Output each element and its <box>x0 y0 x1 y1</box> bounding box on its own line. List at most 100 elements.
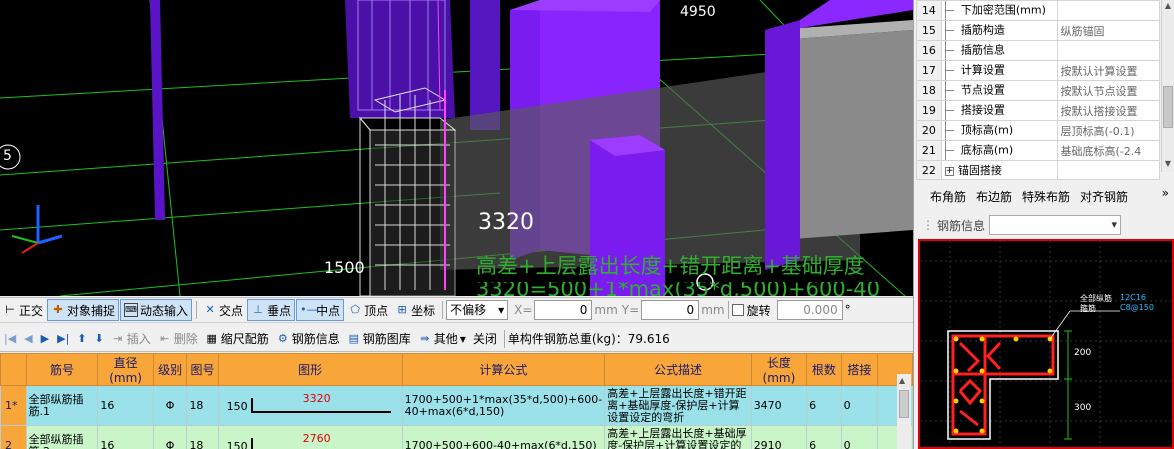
property-value[interactable]: 按默认计算设置 <box>1056 60 1161 81</box>
cell-length[interactable]: 2910 <box>750 425 808 449</box>
cell-count[interactable]: 6 <box>806 385 842 426</box>
object-snap-button[interactable]: ✚ 对象捕捉 <box>47 299 120 321</box>
coordinate-snap-button[interactable]: ⊞ 坐标 <box>392 299 438 321</box>
property-row[interactable]: 19 搭接设置 按默认搭接设置 <box>916 100 1161 121</box>
property-name[interactable]: 下加密范围(mm) <box>940 0 1058 21</box>
cell-grade[interactable]: Φ <box>152 385 188 426</box>
col-header-bar-no[interactable]: 筋号 <box>25 353 99 386</box>
property-value[interactable]: 基础底标高(-2.4 <box>1056 140 1161 161</box>
property-value[interactable]: 层顶标高(-0.1) <box>1056 120 1161 141</box>
table-row[interactable]: 1* 全部纵筋插筋.1 16 Φ 18 150 3320 1700+500+1*… <box>0 385 913 426</box>
property-row[interactable]: 17 计算设置 按默认计算设置 <box>916 60 1161 81</box>
intersect-snap-button[interactable]: ✕ 交点 <box>200 299 246 321</box>
grid-scroll-up-icon[interactable]: ▲ <box>899 376 905 385</box>
tab-edge-rebar[interactable]: 布边筋 <box>976 188 1012 205</box>
col-header-desc[interactable]: 公式描述 <box>604 353 752 386</box>
prev-record-icon[interactable]: ◀ <box>24 332 32 345</box>
property-row[interactable]: 20 顶标高(m) 层顶标高(-0.1) <box>916 120 1161 141</box>
cell-shape[interactable]: 150 2760 <box>217 425 403 449</box>
row-number[interactable]: 2 <box>0 425 27 449</box>
property-row[interactable]: 16 插筋信息 <box>916 40 1161 61</box>
vertex-snap-button[interactable]: ⬠ 顶点 <box>345 299 391 321</box>
property-name[interactable]: 底标高(m) <box>940 140 1058 161</box>
scroll-thumb[interactable] <box>1163 86 1173 128</box>
property-name[interactable]: 计算设置 <box>940 60 1058 81</box>
x-coordinate-input[interactable]: 0 <box>534 300 593 320</box>
midpoint-snap-button[interactable]: •— 中点 <box>296 299 345 321</box>
property-value[interactable]: 纵筋锚固 <box>1056 20 1161 41</box>
col-header-count[interactable]: 根数 <box>806 353 842 386</box>
cell-count[interactable]: 6 <box>806 425 842 449</box>
cell-grade[interactable]: Φ <box>152 425 188 449</box>
move-up-icon[interactable]: ⬆ <box>77 332 86 345</box>
col-header-lap[interactable]: 搭接 <box>840 353 879 386</box>
cell-fig[interactable]: 18 <box>186 425 219 449</box>
more-icon[interactable]: » <box>1162 186 1169 200</box>
col-header-fig[interactable]: 图号 <box>186 353 219 386</box>
property-name[interactable]: 顶标高(m) <box>940 120 1058 141</box>
ortho-button[interactable]: ⊢ 正交 <box>0 299 46 321</box>
property-value[interactable] <box>1056 160 1161 180</box>
property-name[interactable]: 插筋信息 <box>940 40 1058 61</box>
perpendicular-snap-button[interactable]: ⊥ 垂点 <box>247 299 296 321</box>
scale-rebar-button[interactable]: ▦ 缩尺配筋 <box>202 328 272 350</box>
property-row[interactable]: 14 下加密范围(mm) <box>916 0 1161 21</box>
cell-diameter[interactable]: 16 <box>97 425 154 449</box>
property-row[interactable]: 21 底标高(m) 基础底标高(-2.4 <box>916 140 1161 161</box>
dynamic-input-button[interactable]: ⌨ 动态输入 <box>120 299 193 321</box>
tab-align-rebar[interactable]: 对齐钢筋 <box>1080 188 1128 205</box>
property-name[interactable]: 搭接设置 <box>940 100 1058 121</box>
property-name[interactable]: + 锚固搭接 <box>940 160 1058 180</box>
offset-mode-select[interactable]: 不偏移 <box>446 300 509 320</box>
grid-scrollbar[interactable]: ▲ <box>897 374 911 449</box>
cell-diameter[interactable]: 16 <box>97 385 154 426</box>
row-number[interactable]: 1* <box>0 385 27 426</box>
property-value[interactable]: 按默认搭接设置 <box>1056 100 1161 121</box>
cell-lap[interactable]: 0 <box>840 425 879 449</box>
rotate-checkbox[interactable] <box>731 304 744 316</box>
move-down-icon[interactable]: ⬇ <box>95 332 104 345</box>
col-header-length[interactable]: 长度(mm) <box>750 353 808 386</box>
property-row[interactable]: 18 节点设置 按默认节点设置 <box>916 80 1161 101</box>
property-row[interactable]: 15 插筋构造 纵筋锚固 <box>916 20 1161 41</box>
property-name[interactable]: 节点设置 <box>940 80 1058 101</box>
property-value[interactable] <box>1056 0 1161 21</box>
col-header-grade[interactable]: 级别 <box>152 353 188 386</box>
col-header-shape[interactable]: 图形 <box>217 353 403 386</box>
col-header-diameter[interactable]: 直径(mm) <box>97 353 154 386</box>
property-name[interactable]: 插筋构造 <box>940 20 1058 41</box>
cell-formula[interactable]: 1700+500+1*max(35*d,500)+600-40+max(6*d,… <box>401 385 606 426</box>
table-row[interactable]: 2 全部纵筋插筋.2 16 Φ 18 150 2760 1700+500+600… <box>0 425 913 449</box>
cell-fig[interactable]: 18 <box>186 385 219 426</box>
cell-desc[interactable]: 高差+上层露出长度+基础厚度-保护层+计算设置设定的弯折 <box>604 425 752 449</box>
last-record-icon[interactable]: ▶| <box>57 332 69 345</box>
insert-button[interactable]: ⇥ 插入 <box>108 328 154 350</box>
section-view[interactable]: 全部纵筋 箍筋 12C16 C8@150 200 300 <box>918 239 1174 449</box>
close-button[interactable]: 关闭 <box>470 328 500 350</box>
rebar-library-button[interactable]: ▤ 钢筋图库 <box>344 328 414 350</box>
y-coordinate-input[interactable]: 0 <box>641 300 700 320</box>
3d-viewport[interactable]: 4950 3320 1500 5 高差+上层露出长度+错开距离+基础厚度 332… <box>0 0 913 296</box>
cell-desc[interactable]: 高差+上层露出长度+错开距离+基础厚度-保护层+计算设置设定的弯折 <box>604 385 752 426</box>
property-value[interactable] <box>1056 40 1161 61</box>
cell-bar-name[interactable]: 全部纵筋插筋.1 <box>25 385 99 426</box>
cell-lap[interactable]: 0 <box>840 385 879 426</box>
rotate-angle-input[interactable]: 0.000 <box>776 300 843 320</box>
rebar-info-button[interactable]: ⚙ 钢筋信息 <box>273 328 343 350</box>
tab-special-rebar[interactable]: 特殊布筋 <box>1022 188 1070 205</box>
property-value[interactable]: 按默认节点设置 <box>1056 80 1161 101</box>
cell-formula[interactable]: 1700+500+600-40+max(6*d,150) <box>401 425 606 449</box>
col-header-formula[interactable]: 计算公式 <box>401 353 606 386</box>
next-record-icon[interactable]: ▶ <box>41 332 49 345</box>
cell-shape[interactable]: 150 3320 <box>217 385 403 426</box>
property-scrollbar[interactable]: ▲ ▼ <box>1161 0 1174 172</box>
scroll-up-icon[interactable]: ▲ <box>1163 1 1173 13</box>
grid-scroll-thumb[interactable] <box>899 390 909 418</box>
cell-bar-name[interactable]: 全部纵筋插筋.2 <box>25 425 99 449</box>
expand-icon[interactable]: + <box>944 166 954 176</box>
delete-button[interactable]: ⇤ 删除 <box>155 328 201 350</box>
property-row[interactable]: 22 + 锚固搭接 <box>916 160 1161 180</box>
scroll-down-icon[interactable]: ▼ <box>1163 159 1173 171</box>
cell-length[interactable]: 3470 <box>750 385 808 426</box>
first-record-icon[interactable]: |◀ <box>4 332 16 345</box>
